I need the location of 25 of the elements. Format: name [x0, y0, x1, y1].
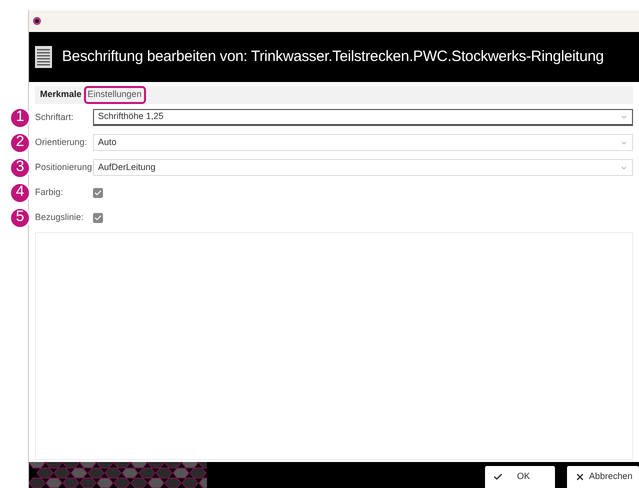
check-icon: [493, 472, 503, 482]
checkbox[interactable]: [93, 188, 103, 198]
field-label: Orientierung:: [35, 136, 88, 149]
chevron-icon: [620, 113, 628, 121]
annotation-number: 1: [9, 106, 31, 128]
ok-button[interactable]: OK: [485, 466, 555, 488]
window-title: Beschriftung bearbeiten von: Trinkwasser.Teilstrecken.PWC.Stockwerks-Ringleitung: [62, 46, 604, 67]
annotation-number: 3: [9, 156, 31, 178]
annotation-number: 5: [9, 206, 31, 228]
field-label: Farbig:: [35, 186, 64, 199]
checkbox[interactable]: [93, 212, 103, 222]
dropdown-field[interactable]: Auto: [93, 134, 633, 151]
tab[interactable]: Einstellungen: [86, 88, 144, 102]
field-label: Schriftart:: [35, 110, 75, 124]
app-icon: [33, 17, 41, 25]
document-icon: [35, 46, 52, 68]
dropdown-field[interactable]: Schrifthöhe 1,25: [93, 109, 633, 126]
dropdown-field[interactable]: AufDerLeitung: [93, 159, 633, 176]
annotation-number: 4: [9, 182, 31, 204]
close-icon: [575, 472, 585, 482]
field-label: Bezugslinie:: [35, 210, 85, 224]
field-label: Positionierung:: [35, 160, 93, 174]
annotation-number: 2: [9, 132, 31, 154]
tab[interactable]: Merkmale: [38, 88, 84, 102]
cancel-button[interactable]: Abbrechen: [567, 466, 639, 488]
